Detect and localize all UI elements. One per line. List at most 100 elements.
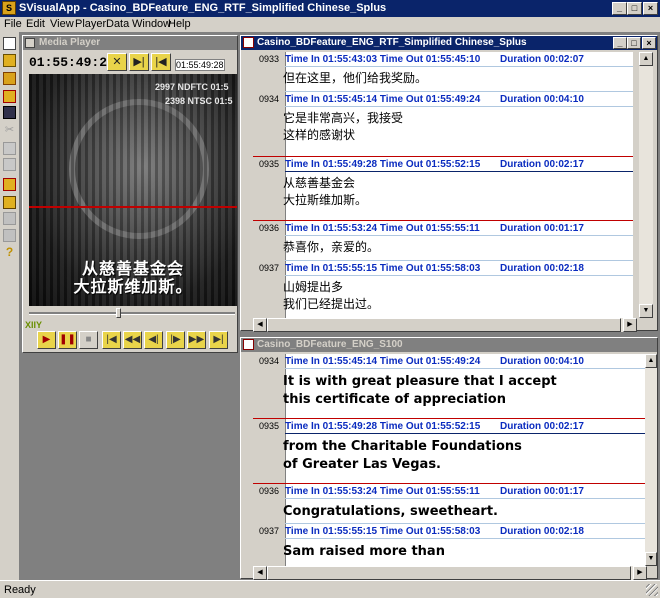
english-vertical-scrollbar[interactable]: ▲ ▼ <box>645 354 657 566</box>
time-in: Time In 01:55:53:24 <box>285 486 378 497</box>
subtitle-line: 从慈善基金会 <box>283 176 356 190</box>
resize-grip[interactable] <box>646 584 658 596</box>
maximize-button[interactable]: □ <box>627 2 642 15</box>
open-folder-icon[interactable] <box>3 54 16 67</box>
subtitle-entry[interactable]: 0937 Time In 01:55:55:15 Time Out 01:55:… <box>253 524 647 566</box>
chinese-minimize-button[interactable]: _ <box>613 37 627 49</box>
chinese-subtitle-list[interactable]: 0933 Time In 01:55:43:03 Time Out 01:55:… <box>253 52 633 318</box>
cut-icon[interactable]: ✂ <box>3 124 16 137</box>
goto-end-button[interactable]: ▶| <box>209 331 228 349</box>
step-back-button[interactable]: ◀| <box>144 331 163 349</box>
chinese-maximize-button[interactable]: □ <box>627 37 641 49</box>
english-subtitle-list[interactable]: 0934 Time In 01:55:45:14 Time Out 01:55:… <box>253 354 647 566</box>
duration: Duration 00:01:17 <box>500 486 584 497</box>
menu-data[interactable]: Data <box>106 18 129 30</box>
tools-icon[interactable] <box>3 212 16 225</box>
subtitle-line: It is with great pleasure that I accept <box>283 374 557 389</box>
subtitle-line: 我们已经提出过。 <box>283 297 380 311</box>
paste-icon[interactable] <box>3 158 16 171</box>
new-file-icon[interactable] <box>3 37 16 50</box>
scroll-thumb[interactable] <box>267 566 631 580</box>
subtitle-entry[interactable]: 0934 Time In 01:55:45:14 Time Out 01:55:… <box>253 354 647 418</box>
menu-player[interactable]: Player <box>75 18 106 30</box>
scroll-right-button[interactable]: ▶ <box>633 566 647 580</box>
scroll-thumb[interactable] <box>267 318 621 332</box>
scroll-right-button[interactable]: ▶ <box>623 318 637 332</box>
open-project-icon[interactable] <box>3 72 16 85</box>
subtitle-line: 大拉斯维加斯。 <box>283 193 368 207</box>
menu-window[interactable]: Window <box>132 18 171 30</box>
document-icon <box>243 37 254 48</box>
document-icon <box>243 339 254 350</box>
time-in: Time In 01:55:55:15 <box>285 263 378 274</box>
copy-icon[interactable] <box>3 142 16 155</box>
time-out: Time Out 01:55:58:03 <box>379 526 481 537</box>
seek-thumb[interactable] <box>116 308 121 318</box>
time-in: Time In 01:55:43:03 <box>285 54 378 65</box>
english-horizontal-scrollbar[interactable]: ◀ ▶ <box>253 566 647 580</box>
chinese-vertical-scrollbar[interactable]: ▲ ▼ <box>639 52 653 318</box>
time-out: Time Out 01:55:52:15 <box>379 159 481 170</box>
fast-forward-button[interactable]: ▶▶ <box>187 331 206 349</box>
time-in: Time In 01:55:49:28 <box>285 159 378 170</box>
frame-marker-line <box>29 206 237 208</box>
next-mark-button[interactable]: ▶| <box>129 53 149 71</box>
app-title-bar: S SVisualApp - Casino_BDFeature_ENG_RTF_… <box>0 0 660 17</box>
chinese-close-button[interactable]: × <box>642 37 656 49</box>
help-icon[interactable]: ? <box>3 246 16 259</box>
subtitle-line: Sam raised more than <box>283 544 445 559</box>
link-icon[interactable] <box>3 229 16 242</box>
time-in: Time In 01:55:55:15 <box>285 526 378 537</box>
save-as-icon[interactable] <box>3 90 16 103</box>
minimize-button[interactable]: _ <box>612 2 627 15</box>
step-forward-button[interactable]: |▶ <box>166 331 185 349</box>
subtitle-line: 山姆提出多 <box>283 280 344 294</box>
app-title: SVisualApp - Casino_BDFeature_ENG_RTF_Si… <box>19 2 387 14</box>
scroll-up-button[interactable]: ▲ <box>645 354 657 368</box>
english-window-title: Casino_BDFeature_ENG_S100 <box>257 339 403 350</box>
entry-number: 0933 <box>258 54 280 64</box>
seek-slider[interactable] <box>29 308 235 318</box>
entry-number: 0937 <box>258 526 280 536</box>
subtitle-entry-selected[interactable]: 0935 Time In 01:55:49:28 Time Out 01:55:… <box>253 157 633 221</box>
mark-button[interactable]: ✕ <box>107 53 127 71</box>
subtitle-line: from the Charitable Foundations <box>283 439 522 454</box>
subtitle-entry[interactable]: 0936 Time In 01:55:53:24 Time Out 01:55:… <box>253 221 633 261</box>
duration: Duration 00:02:17 <box>500 159 584 170</box>
english-subtitle-window: Casino_BDFeature_ENG_S100 0934 Time In 0… <box>240 337 658 580</box>
scroll-down-button[interactable]: ▼ <box>639 304 653 318</box>
subtitle-entry[interactable]: 0934 Time In 01:55:45:14 Time Out 01:55:… <box>253 92 633 156</box>
menu-view[interactable]: View <box>50 18 74 30</box>
menu-edit[interactable]: Edit <box>26 18 45 30</box>
chinese-horizontal-scrollbar[interactable]: ◀ ▶ <box>253 318 637 332</box>
menu-file[interactable]: File <box>4 18 22 30</box>
subtitle-line: 但在这里，他们给我奖励。 <box>283 71 428 85</box>
print-icon[interactable] <box>3 196 16 209</box>
scroll-down-button[interactable]: ▼ <box>645 552 657 566</box>
subtitle-line: 它是非常高兴，我接受 <box>283 111 404 125</box>
subtitle-entry[interactable]: 0936 Time In 01:55:53:24 Time Out 01:55:… <box>253 484 647 524</box>
subtitle-entry[interactable]: 0933 Time In 01:55:43:03 Time Out 01:55:… <box>253 52 633 92</box>
scroll-left-button[interactable]: ◀ <box>253 566 267 580</box>
rewind-button[interactable]: ◀◀ <box>123 331 142 349</box>
prev-mark-button[interactable]: |◀ <box>151 53 171 71</box>
subtitle-line: of Greater Las Vegas. <box>283 457 441 472</box>
subtitle-entry[interactable]: 0937 Time In 01:55:55:15 Time Out 01:55:… <box>253 261 633 318</box>
duration: Duration 00:02:18 <box>500 263 584 274</box>
import-icon[interactable] <box>3 178 16 191</box>
scroll-up-button[interactable]: ▲ <box>639 52 653 66</box>
menu-help[interactable]: Help <box>168 18 191 30</box>
subtitle-entry-selected[interactable]: 0935 Time In 01:55:49:28 Time Out 01:55:… <box>253 419 647 483</box>
scroll-left-button[interactable]: ◀ <box>253 318 267 332</box>
goto-start-button[interactable]: |◀ <box>102 331 121 349</box>
pause-button[interactable]: ❚❚ <box>58 331 77 349</box>
media-player-window: Media Player 01:55:49:27 ✕ ▶| |◀ 01:55:4… <box>22 35 238 353</box>
close-button[interactable]: × <box>643 2 658 15</box>
play-button[interactable]: ▶ <box>37 331 56 349</box>
entry-number: 0936 <box>258 223 280 233</box>
time-in: Time In 01:55:45:14 <box>285 356 378 367</box>
video-frame[interactable]: 2997 NDFTC 01:5 2398 NTSC 01:5 从慈善基金会 大拉… <box>29 74 237 306</box>
media-player-title-bar: Media Player <box>23 36 237 50</box>
save-icon[interactable] <box>3 106 16 119</box>
stop-button[interactable]: ■ <box>79 331 98 349</box>
